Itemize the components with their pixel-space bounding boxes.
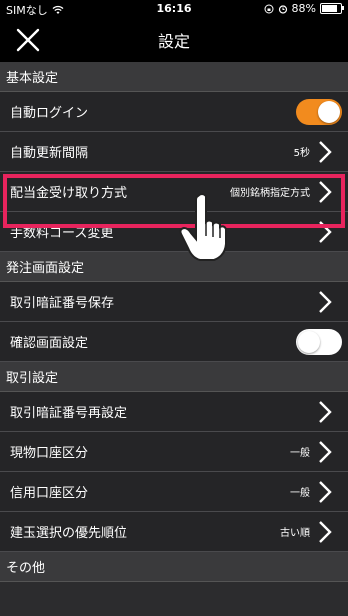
row-dividend-method[interactable]: 配当金受け取り方式 個別銘柄指定方式	[0, 172, 348, 212]
row-auto-refresh[interactable]: 自動更新間隔 5秒	[0, 132, 348, 172]
chevron-right-icon	[319, 140, 332, 163]
row-reset-pin[interactable]: 取引暗証番号再設定	[0, 392, 348, 432]
row-cash-account[interactable]: 現物口座区分 一般	[0, 432, 348, 472]
row-label: 手数料コース変更	[10, 226, 114, 241]
chevron-right-icon	[319, 290, 332, 313]
status-bar: SIMなし 16:16 88%	[0, 0, 348, 18]
row-label: 現物口座区分	[10, 446, 89, 461]
toggle-knob	[318, 100, 340, 123]
nav-bar: 設定	[0, 18, 348, 62]
row-value: 個別銘柄指定方式	[230, 188, 310, 199]
toggle-knob	[298, 330, 320, 353]
rotation-lock-icon	[264, 4, 274, 13]
section-header-basic: 基本設定	[0, 62, 348, 92]
battery-icon	[320, 3, 344, 14]
row-value: 古い順	[280, 528, 310, 539]
row-margin-account[interactable]: 信用口座区分 一般	[0, 472, 348, 512]
settings-list: 基本設定 自動ログイン 自動更新間隔 5秒 配当金受け取り方式 個別銘柄指定方式…	[0, 62, 348, 582]
row-label: 自動更新間隔	[10, 146, 89, 161]
row-label: 信用口座区分	[10, 486, 89, 501]
status-right: 88%	[264, 2, 344, 15]
section-header-trade: 取引設定	[0, 362, 348, 392]
chevron-right-icon	[319, 440, 332, 463]
row-fee-course[interactable]: 手数料コース変更	[0, 212, 348, 252]
battery-percent: 88%	[291, 2, 316, 15]
chevron-right-icon	[319, 520, 332, 543]
chevron-right-icon	[319, 220, 332, 243]
confirm-screen-toggle[interactable]	[296, 328, 342, 355]
chevron-right-icon	[319, 480, 332, 503]
row-value: 一般	[290, 448, 310, 459]
row-label: 確認画面設定	[10, 336, 89, 351]
row-label: 取引暗証番号保存	[10, 296, 115, 311]
section-header-order: 発注画面設定	[0, 252, 348, 282]
pointing-hand-icon	[179, 193, 227, 261]
row-value: 一般	[290, 488, 310, 499]
alarm-icon	[278, 4, 287, 14]
row-save-pin[interactable]: 取引暗証番号保存	[0, 282, 348, 322]
row-value: 5秒	[293, 148, 310, 159]
row-label: 建玉選択の優先順位	[10, 526, 128, 541]
page-title: 設定	[157, 32, 190, 51]
row-confirm-screen[interactable]: 確認画面設定	[0, 322, 348, 362]
row-auto-login[interactable]: 自動ログイン	[0, 92, 348, 132]
row-label: 取引暗証番号再設定	[10, 406, 128, 421]
chevron-right-icon	[319, 180, 332, 203]
row-position-priority[interactable]: 建玉選択の優先順位 古い順	[0, 512, 348, 552]
chevron-right-icon	[319, 400, 332, 423]
row-label: 自動ログイン	[10, 106, 89, 121]
auto-login-toggle[interactable]	[296, 98, 342, 125]
section-header-other: その他	[0, 552, 348, 582]
close-button[interactable]	[14, 26, 42, 54]
